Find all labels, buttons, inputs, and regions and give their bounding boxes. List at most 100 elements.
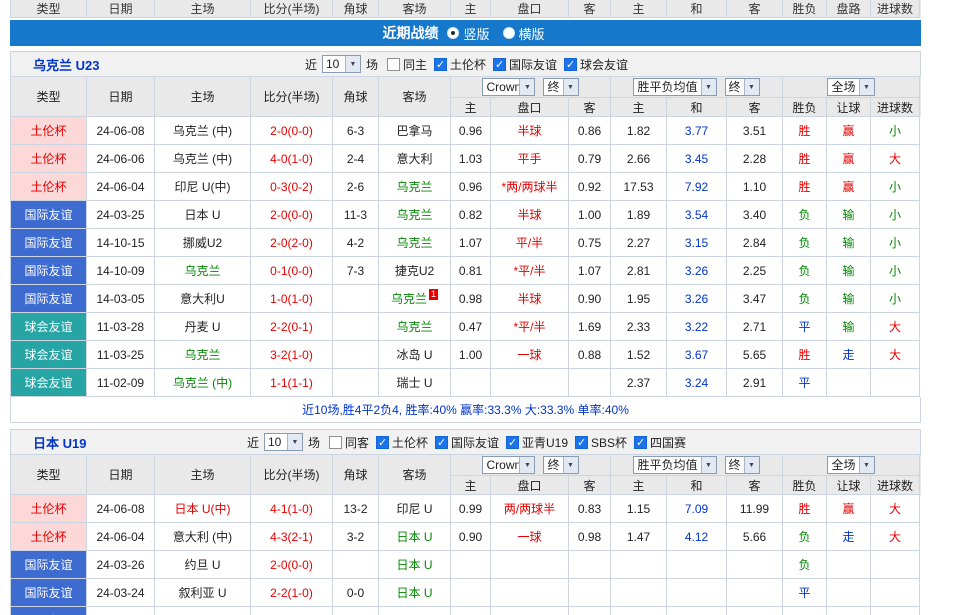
filter-checkbox[interactable]: [506, 436, 519, 449]
away-team-cell[interactable]: 乌克兰: [379, 229, 451, 257]
score-cell[interactable]: 3-2(1-0): [251, 341, 333, 369]
filter-item[interactable]: 同主: [387, 56, 427, 73]
filter-item[interactable]: 土伦杯: [434, 56, 486, 73]
filter-checkbox[interactable]: [434, 58, 447, 71]
home-team-cell[interactable]: 日本 U(中): [155, 495, 251, 523]
away-team-cell[interactable]: 冰岛 U: [379, 341, 451, 369]
europe-odds-select[interactable]: 胜平负均值▼: [633, 456, 716, 474]
matches-table: 类型日期主场比分(半场)角球客场Crown▼终▼胜平负均值▼终▼全场▼主盘口客主…: [10, 76, 921, 423]
home-team-cell[interactable]: 乌克兰: [155, 341, 251, 369]
banner-title: 近期战绩: [382, 23, 438, 43]
team-name-text: 乌克兰: [396, 178, 432, 195]
score-cell[interactable]: 2-2(0-1): [251, 313, 333, 341]
score-cell[interactable]: 1-0(1-0): [251, 285, 333, 313]
away-team-cell[interactable]: 日本 U: [379, 579, 451, 607]
odds-time-select[interactable]: 终▼: [543, 78, 578, 96]
filter-item[interactable]: 亚青U19: [506, 434, 568, 451]
home-team-cell[interactable]: 约旦 U: [155, 551, 251, 579]
home-team-cell[interactable]: 日本 U: [155, 201, 251, 229]
europe-time-select[interactable]: 终▼: [725, 456, 760, 474]
scope-select[interactable]: 全场▼: [827, 456, 874, 474]
team-name-text: 意大利 (中): [173, 528, 232, 545]
home-team-cell[interactable]: 印尼 U(中): [155, 173, 251, 201]
filter-checkbox[interactable]: [493, 58, 506, 71]
filter-item[interactable]: 球会友谊: [564, 56, 628, 73]
bookmaker-select[interactable]: Crown▼: [482, 78, 535, 96]
recent-count-select[interactable]: 10▼: [322, 55, 361, 73]
handicap-result-cell: 输: [827, 285, 871, 313]
away-team-cell[interactable]: 印尼 U: [379, 495, 451, 523]
home-team-cell[interactable]: 意大利U: [155, 285, 251, 313]
recent-count-select[interactable]: 10▼: [264, 433, 303, 451]
filter-label: 国际友谊: [509, 56, 557, 73]
layout-radio[interactable]: [503, 27, 515, 39]
handicap-cell: 半球: [491, 117, 569, 145]
europe-time-select[interactable]: 终▼: [725, 78, 760, 96]
scope-select[interactable]: 全场▼: [827, 78, 874, 96]
layout-radio-label[interactable]: 横版: [519, 24, 545, 43]
layout-radio[interactable]: [447, 27, 459, 39]
home-team-cell[interactable]: 挪威U2: [155, 229, 251, 257]
select-value: 10: [265, 434, 287, 450]
score-cell[interactable]: 2-0(0-0): [251, 201, 333, 229]
recent-results-banner: 近期战绩 竖版 横版: [10, 20, 921, 46]
column-header: 胜负: [783, 476, 827, 495]
score-cell[interactable]: 4-3(2-1): [251, 523, 333, 551]
eu-draw-odds: 4.12: [667, 523, 727, 551]
bookmaker-select[interactable]: Crown▼: [482, 456, 535, 474]
home-team-cell[interactable]: 丹麦 U: [155, 313, 251, 341]
away-team-cell[interactable]: 日本 U: [379, 551, 451, 579]
corner-cell: [333, 285, 379, 313]
filter-checkbox[interactable]: [575, 436, 588, 449]
score-cell[interactable]: 2-0(2-0): [251, 229, 333, 257]
score-cell[interactable]: 4-1(1-0): [251, 495, 333, 523]
filter-near-label: 近: [247, 434, 259, 451]
away-team-cell[interactable]: 乌克兰: [379, 313, 451, 341]
filter-checkbox[interactable]: [435, 436, 448, 449]
home-team-cell[interactable]: 乌克兰: [155, 257, 251, 285]
filter-item[interactable]: 土伦杯: [376, 434, 428, 451]
score-cell[interactable]: 4-0(1-0): [251, 145, 333, 173]
away-team-cell[interactable]: 乌克兰: [379, 173, 451, 201]
score-cell[interactable]: 2-0(0-0): [251, 551, 333, 579]
goals-result-cell: 大: [871, 495, 920, 523]
filter-item[interactable]: 四国赛: [634, 434, 686, 451]
score-cell[interactable]: 0-1(0-0): [251, 257, 333, 285]
score-cell[interactable]: [251, 607, 333, 615]
away-team-cell[interactable]: 乌克兰1: [379, 285, 451, 313]
score-cell[interactable]: 2-2(1-0): [251, 579, 333, 607]
home-team-cell[interactable]: 乌克兰 (中): [155, 369, 251, 397]
away-team-cell[interactable]: 日本 U: [379, 523, 451, 551]
away-team-cell[interactable]: 巴拿马: [379, 117, 451, 145]
filter-checkbox[interactable]: [564, 58, 577, 71]
home-team-cell[interactable]: 乌克兰 (中): [155, 117, 251, 145]
away-team-cell[interactable]: [379, 607, 451, 615]
away-team-cell[interactable]: 乌克兰: [379, 201, 451, 229]
score-cell[interactable]: 2-0(0-0): [251, 117, 333, 145]
home-team-cell[interactable]: 乌克兰 (中): [155, 145, 251, 173]
score-cell[interactable]: 0-3(0-2): [251, 173, 333, 201]
home-team-cell[interactable]: [155, 607, 251, 615]
ah-away-odds: 0.88: [569, 341, 611, 369]
chevron-down-icon: ▼: [744, 457, 759, 473]
filter-item[interactable]: 同客: [329, 434, 369, 451]
goals-result-cell: 小: [871, 285, 920, 313]
layout-radio-label[interactable]: 竖版: [463, 24, 489, 43]
score-cell[interactable]: 1-1(1-1): [251, 369, 333, 397]
filter-item[interactable]: 国际友谊: [435, 434, 499, 451]
filter-checkbox[interactable]: [387, 58, 400, 71]
filter-item[interactable]: 国际友谊: [493, 56, 557, 73]
filter-checkbox[interactable]: [329, 436, 342, 449]
away-team-cell[interactable]: 意大利: [379, 145, 451, 173]
filter-checkbox[interactable]: [376, 436, 389, 449]
filter-checkbox[interactable]: [634, 436, 647, 449]
odds-time-select[interactable]: 终▼: [543, 456, 578, 474]
filter-item[interactable]: SBS杯: [575, 434, 627, 451]
away-team-cell[interactable]: 瑞士 U: [379, 369, 451, 397]
date-cell: 24-03-26: [87, 551, 155, 579]
europe-odds-select[interactable]: 胜平负均值▼: [633, 78, 716, 96]
away-team-cell[interactable]: 捷克U2: [379, 257, 451, 285]
eu-away-odds: 3.40: [727, 201, 783, 229]
home-team-cell[interactable]: 意大利 (中): [155, 523, 251, 551]
home-team-cell[interactable]: 叙利亚 U: [155, 579, 251, 607]
